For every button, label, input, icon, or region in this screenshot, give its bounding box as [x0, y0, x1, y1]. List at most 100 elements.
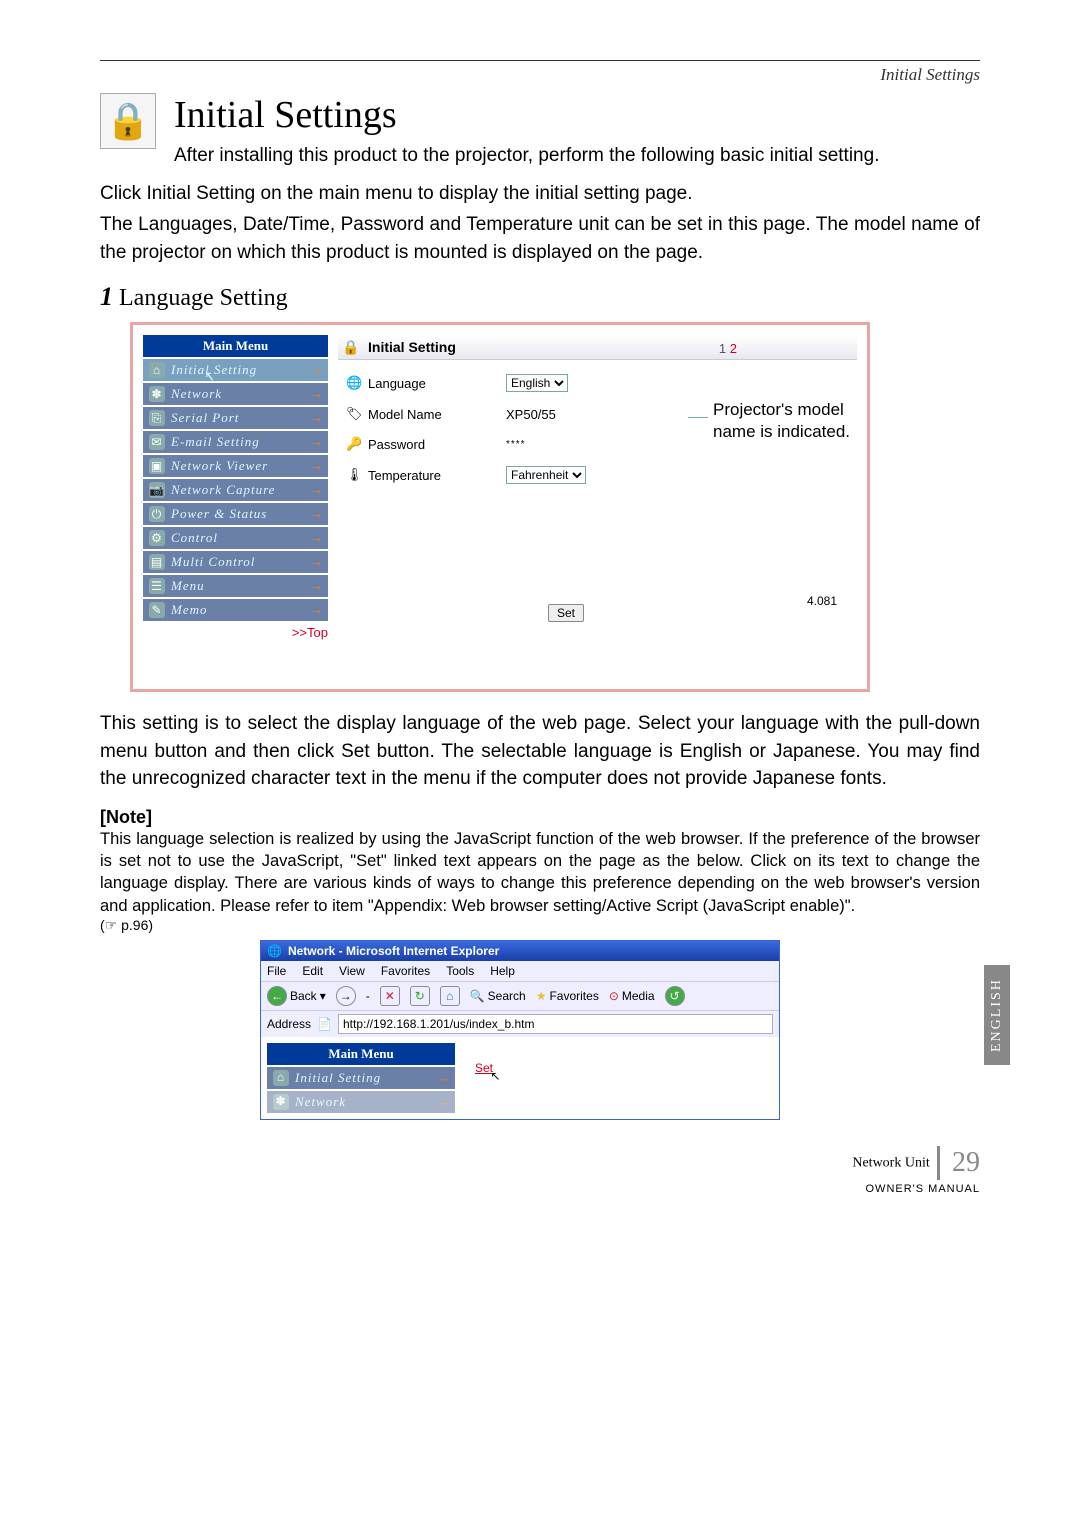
ie-url-input[interactable] [338, 1014, 773, 1034]
para-1: Click Initial Setting on the main menu t… [100, 180, 980, 208]
mm2-header: Main Menu [267, 1043, 455, 1065]
home-icon: ⌂ [273, 1070, 289, 1086]
network-icon: ✽ [149, 386, 165, 402]
sidebar-item-memo[interactable]: ✎Memo→ [143, 599, 328, 621]
ie-menu-favorites[interactable]: Favorites [381, 964, 430, 978]
label-temperature: Temperature [368, 468, 441, 483]
set-button[interactable]: Set [548, 604, 584, 622]
port-icon: ⎘ [149, 410, 165, 426]
ie-back-button[interactable]: ←Back ▾ [267, 986, 326, 1006]
top-link[interactable]: >>Top [292, 625, 328, 640]
sidebar-item-serial-port[interactable]: ⎘Serial Port→ [143, 407, 328, 429]
ie-menu-tools[interactable]: Tools [446, 964, 474, 978]
body-para-2: This setting is to select the display la… [100, 710, 980, 793]
ie-menu-file[interactable]: File [267, 964, 286, 978]
main-menu-header: Main Menu [143, 335, 328, 357]
sidebar-item-initial-setting[interactable]: ⌂ Initial Setting → ↖ [143, 359, 328, 381]
section-title-text: Language Setting [119, 285, 288, 311]
language-select[interactable]: English [506, 374, 568, 392]
thermometer-icon: 🌡 [346, 467, 362, 483]
ie-address-label: Address [267, 1017, 311, 1031]
para-2: The Languages, Date/Time, Password and T… [100, 211, 980, 266]
sidebar-item-multi-control[interactable]: ▤Multi Control→ [143, 551, 328, 573]
control-icon: ⚙ [149, 530, 165, 546]
ie-title-text: Network - Microsoft Internet Explorer [288, 944, 499, 958]
ie-forward-button[interactable]: → [336, 986, 356, 1006]
sidebar-item-label: Network [171, 386, 222, 402]
intro-text: After installing this product to the pro… [174, 143, 980, 170]
mm2-item-initial[interactable]: ⌂ Initial Setting → [267, 1067, 455, 1089]
sidebar-item-control[interactable]: ⚙Control→ [143, 527, 328, 549]
viewer-icon: ▣ [149, 458, 165, 474]
page-link-2[interactable]: 2 [730, 341, 737, 356]
footer-owners-manual: OWNER'S MANUAL [866, 1183, 981, 1195]
ie-menu-edit[interactable]: Edit [302, 964, 323, 978]
ie-menu-view[interactable]: View [339, 964, 365, 978]
ie-menubar: File Edit View Favorites Tools Help [261, 961, 779, 981]
ie-refresh-button[interactable]: ↻ [410, 986, 430, 1006]
sidebar-item-label: Multi Control [171, 554, 255, 570]
sidebar-item-label: Network Capture [171, 482, 275, 498]
tag-icon: 🏷 [346, 406, 362, 422]
ie-logo-icon: 🌐 [267, 944, 282, 958]
footer-network-unit: Network Unit [852, 1155, 929, 1170]
page-current: 1 [719, 341, 726, 356]
panel-pagination: 1 2 [719, 341, 737, 356]
callout-text: Projector's model name is indicated. [713, 399, 863, 443]
label-model: Model Name [368, 407, 442, 422]
row-temperature: 🌡 Temperature Fahrenheit [346, 466, 857, 484]
label-language: Language [368, 376, 426, 391]
ie-menu-help[interactable]: Help [490, 964, 515, 978]
sidebar-item-email[interactable]: ✉ E-mail Setting → [143, 431, 328, 453]
sidebar-item-network[interactable]: ✽Network→ [143, 383, 328, 405]
arrow-right-icon: → [310, 362, 324, 378]
ie-stop-button[interactable]: ✕ [380, 986, 400, 1006]
arrow-right-icon: → [310, 458, 324, 474]
globe-icon: 🌐 [346, 375, 362, 391]
sidebar-item-label: Initial Setting [295, 1070, 381, 1086]
sidebar-item-capture[interactable]: 📷Network Capture→ [143, 479, 328, 501]
ie-home-button[interactable]: ⌂ [440, 986, 460, 1006]
sidebar-item-label: Network Viewer [171, 458, 268, 474]
arrow-right-icon: → [310, 530, 324, 546]
arrow-right-icon: → [310, 434, 324, 450]
language-tab: ENGLISH [984, 965, 1010, 1065]
note-ref: (☞ p.96) [100, 917, 980, 934]
sidebar-item-label: Menu [171, 578, 205, 594]
version-text: 4.081 [807, 594, 837, 608]
menu-icon: ☰ [149, 578, 165, 594]
ie-address-bar: Address 📄 [261, 1011, 779, 1037]
panel-title: Initial Setting [338, 335, 857, 360]
ie-history-button[interactable]: ↺ [665, 986, 685, 1006]
model-value: XP50/55 [506, 407, 556, 422]
note-heading: [Note] [100, 807, 980, 828]
ie-screenshot: 🌐 Network - Microsoft Internet Explorer … [260, 940, 780, 1120]
page-title: Initial Settings [174, 93, 980, 137]
sidebar-item-viewer[interactable]: ▣ Network Viewer → [143, 455, 328, 477]
section-number: 1 [100, 282, 113, 311]
page-number: 29 [952, 1147, 980, 1178]
sidebar-item-power[interactable]: ⏻Power & Status→ [143, 503, 328, 525]
ie-media-button[interactable]: ⊙Media [609, 989, 655, 1003]
settings-screenshot: Main Menu ⌂ Initial Setting → ↖ ✽ Network… [130, 322, 870, 692]
temperature-select[interactable]: Fahrenheit [506, 466, 586, 484]
arrow-right-icon: → [310, 602, 324, 618]
sidebar-item-label: E-mail Setting [171, 434, 260, 450]
home-icon: ⌂ [149, 362, 165, 378]
memo-icon: ✎ [149, 602, 165, 618]
power-icon: ⏻ [149, 506, 165, 522]
ie-search-button[interactable]: 🔍Search [470, 989, 526, 1003]
key-icon: 🔑 [346, 436, 362, 452]
callout-line [688, 417, 708, 418]
arrow-right-icon: → [310, 482, 324, 498]
row-language: 🌐 Language English [346, 374, 857, 392]
arrow-right-icon: → [310, 554, 324, 570]
ie-favorites-button[interactable]: ★Favorites [536, 989, 599, 1003]
arrow-right-icon: → [437, 1070, 451, 1086]
sidebar-item-menu[interactable]: ☰Menu→ [143, 575, 328, 597]
mm2-item-network[interactable]: ✽Network→ [267, 1091, 455, 1113]
sidebar-item-label: Serial Port [171, 410, 239, 426]
sidebar-item-label: Network [295, 1094, 346, 1110]
mail-icon: ✉ [149, 434, 165, 450]
lock-icon: 🔒 [100, 93, 156, 149]
